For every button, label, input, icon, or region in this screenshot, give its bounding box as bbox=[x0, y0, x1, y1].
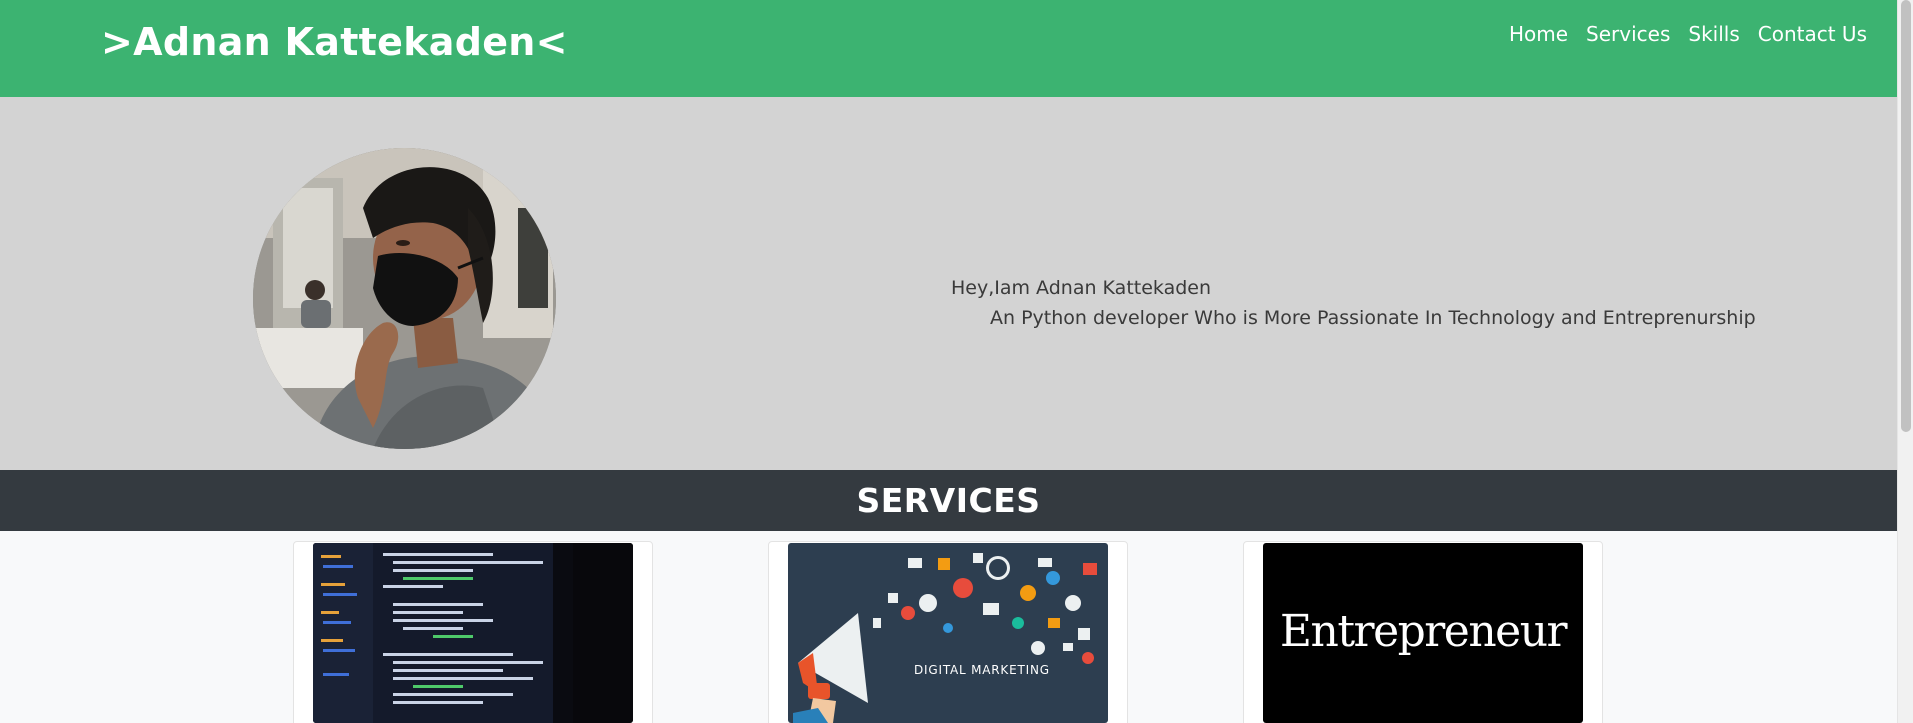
digital-marketing-image: DIGITAL MARKETING bbox=[788, 543, 1108, 723]
brand-title[interactable]: >Adnan Kattekaden< bbox=[101, 20, 568, 64]
services-header: SERVICES bbox=[0, 470, 1897, 531]
services-title: SERVICES bbox=[856, 481, 1041, 520]
scrollbar-thumb[interactable] bbox=[1901, 0, 1911, 432]
nav-services[interactable]: Services bbox=[1586, 22, 1670, 46]
entrepreneur-logo-image: Entrepreneur bbox=[1263, 543, 1583, 723]
hero-section: Hey,Iam Adnan Kattekaden An Python devel… bbox=[0, 97, 1897, 470]
nav-home[interactable]: Home bbox=[1509, 22, 1568, 46]
entrepreneur-logo-text: Entrepreneur bbox=[1280, 606, 1569, 657]
hero-tagline: An Python developer Who is More Passiona… bbox=[990, 307, 1756, 329]
nav-skills[interactable]: Skills bbox=[1688, 22, 1739, 46]
service-card-digital-marketing[interactable]: DIGITAL MARKETING bbox=[768, 541, 1128, 723]
profile-photo bbox=[253, 148, 556, 449]
digital-marketing-image-text: DIGITAL MARKETING bbox=[914, 663, 1050, 677]
service-card-programming[interactable] bbox=[293, 541, 653, 723]
navbar: >Adnan Kattekaden< Home Services Skills … bbox=[0, 0, 1897, 97]
code-on-laptop-image bbox=[313, 543, 633, 723]
hero-greeting: Hey,Iam Adnan Kattekaden bbox=[951, 277, 1212, 299]
nav-menu: Home Services Skills Contact Us bbox=[1509, 22, 1867, 46]
page-scrollbar[interactable] bbox=[1897, 0, 1913, 723]
hero-intro: Hey,Iam Adnan Kattekaden An Python devel… bbox=[951, 273, 1756, 333]
nav-contact-us[interactable]: Contact Us bbox=[1758, 22, 1867, 46]
service-card-entrepreneur[interactable]: Entrepreneur bbox=[1243, 541, 1603, 723]
